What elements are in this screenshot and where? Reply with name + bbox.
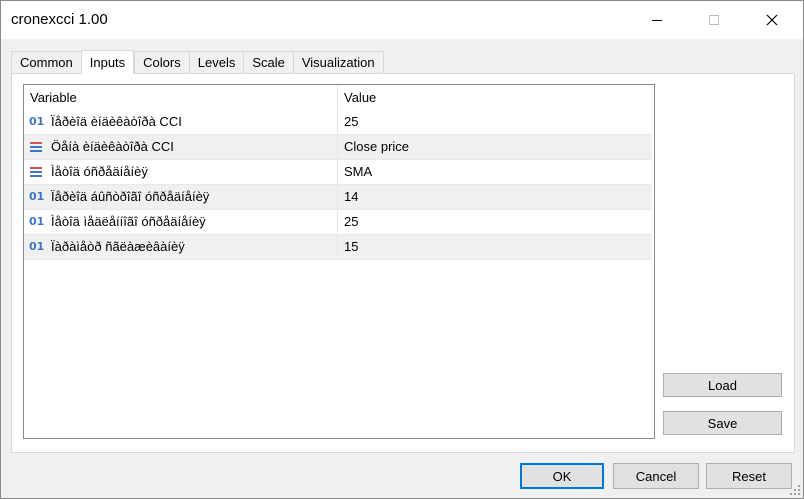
tab-visualization[interactable]: Visualization (292, 51, 384, 73)
table-row[interactable]: 01 Ïåðèîä èíäèêàòîðà CCI 25 (24, 110, 652, 135)
reset-button[interactable]: Reset (706, 463, 792, 489)
variable-cell: 01 Ìåòîä ìåäëåííîãî óñðåäíåíèÿ (24, 210, 338, 234)
value-cell[interactable]: 14 (338, 185, 652, 209)
value-cell[interactable]: 15 (338, 235, 652, 259)
save-button[interactable]: Save (663, 411, 782, 435)
tab-label: Levels (197, 55, 236, 70)
cancel-button[interactable]: Cancel (613, 463, 699, 489)
variable-cell: 01 Ïàðàìåòð ñãëàæèâàíèÿ (24, 235, 338, 259)
close-button[interactable] (749, 1, 795, 39)
value-cell[interactable]: SMA (338, 160, 652, 184)
window-title: cronexcci 1.00 (11, 11, 108, 28)
enum-icon (30, 167, 42, 177)
value-cell[interactable]: 25 (338, 210, 652, 234)
table-row[interactable]: Ìåòîä óñðåäíåíèÿ SMA (24, 160, 652, 185)
close-icon (766, 14, 778, 26)
table-row[interactable]: 01 Ïàðàìåòð ñãëàæèâàíèÿ 15 (24, 235, 652, 260)
integer-icon: 01 (29, 115, 45, 128)
tab-label: Inputs (89, 55, 126, 70)
integer-icon: 01 (29, 215, 45, 228)
tab-bar: Common Inputs Colors Levels Scale Visual… (11, 49, 384, 74)
dialog-window: cronexcci 1.00 Common Inputs Colors Leve… (0, 0, 804, 499)
tab-inputs[interactable]: Inputs (80, 50, 135, 74)
enum-icon (30, 142, 42, 152)
tab-common[interactable]: Common (11, 51, 81, 73)
variable-name: Ïåðèîä áûñòðîãî óñðåäíåíèÿ (51, 189, 210, 204)
variable-name: Ïåðèîä èíäèêàòîðà CCI (51, 114, 182, 129)
maximize-button (691, 1, 737, 39)
variable-cell: 01 Ïåðèîä èíäèêàòîðà CCI (24, 110, 338, 134)
minimize-button[interactable] (634, 1, 680, 39)
column-header-variable[interactable]: Variable (24, 85, 338, 109)
tab-label: Colors (143, 55, 181, 70)
tab-label: Common (20, 55, 73, 70)
inputs-panel: Variable Value 01 Ïåðèîä èíäèêàòîðà CCI … (11, 73, 795, 453)
integer-icon: 01 (29, 190, 45, 203)
grid-header: Variable Value (24, 85, 652, 110)
tab-label: Visualization (301, 55, 375, 70)
variable-name: Ìåòîä óñðåäíåíèÿ (51, 164, 148, 179)
title-bar[interactable]: cronexcci 1.00 (1, 1, 803, 39)
ok-button[interactable]: OK (520, 463, 604, 489)
variable-name: Ïàðàìåòð ñãëàæèâàíèÿ (51, 239, 185, 254)
value-cell[interactable]: 25 (338, 110, 652, 134)
minimize-icon (652, 19, 662, 21)
resize-grip-icon[interactable] (789, 484, 801, 496)
table-row[interactable]: 01 Ìåòîä ìåäëåííîãî óñðåäíåíèÿ 25 (24, 210, 652, 235)
load-button[interactable]: Load (663, 373, 782, 397)
column-header-value[interactable]: Value (338, 85, 652, 109)
maximize-icon (709, 15, 719, 25)
integer-icon: 01 (29, 240, 45, 253)
tab-colors[interactable]: Colors (134, 51, 189, 73)
table-row[interactable]: Öåíà èíäèêàòîðà CCI Close price (24, 135, 652, 160)
table-row[interactable]: 01 Ïåðèîä áûñòðîãî óñðåäíåíèÿ 14 (24, 185, 652, 210)
value-cell[interactable]: Close price (338, 135, 652, 159)
tab-label: Scale (252, 55, 285, 70)
tab-scale[interactable]: Scale (243, 51, 293, 73)
variable-cell: Öåíà èíäèêàòîðà CCI (24, 135, 338, 159)
inputs-grid: Variable Value 01 Ïåðèîä èíäèêàòîðà CCI … (23, 84, 655, 439)
variable-name: Ìåòîä ìåäëåííîãî óñðåäíåíèÿ (51, 214, 206, 229)
variable-cell: Ìåòîä óñðåäíåíèÿ (24, 160, 338, 184)
tab-levels[interactable]: Levels (188, 51, 244, 73)
variable-cell: 01 Ïåðèîä áûñòðîãî óñðåäíåíèÿ (24, 185, 338, 209)
variable-name: Öåíà èíäèêàòîðà CCI (51, 139, 174, 154)
